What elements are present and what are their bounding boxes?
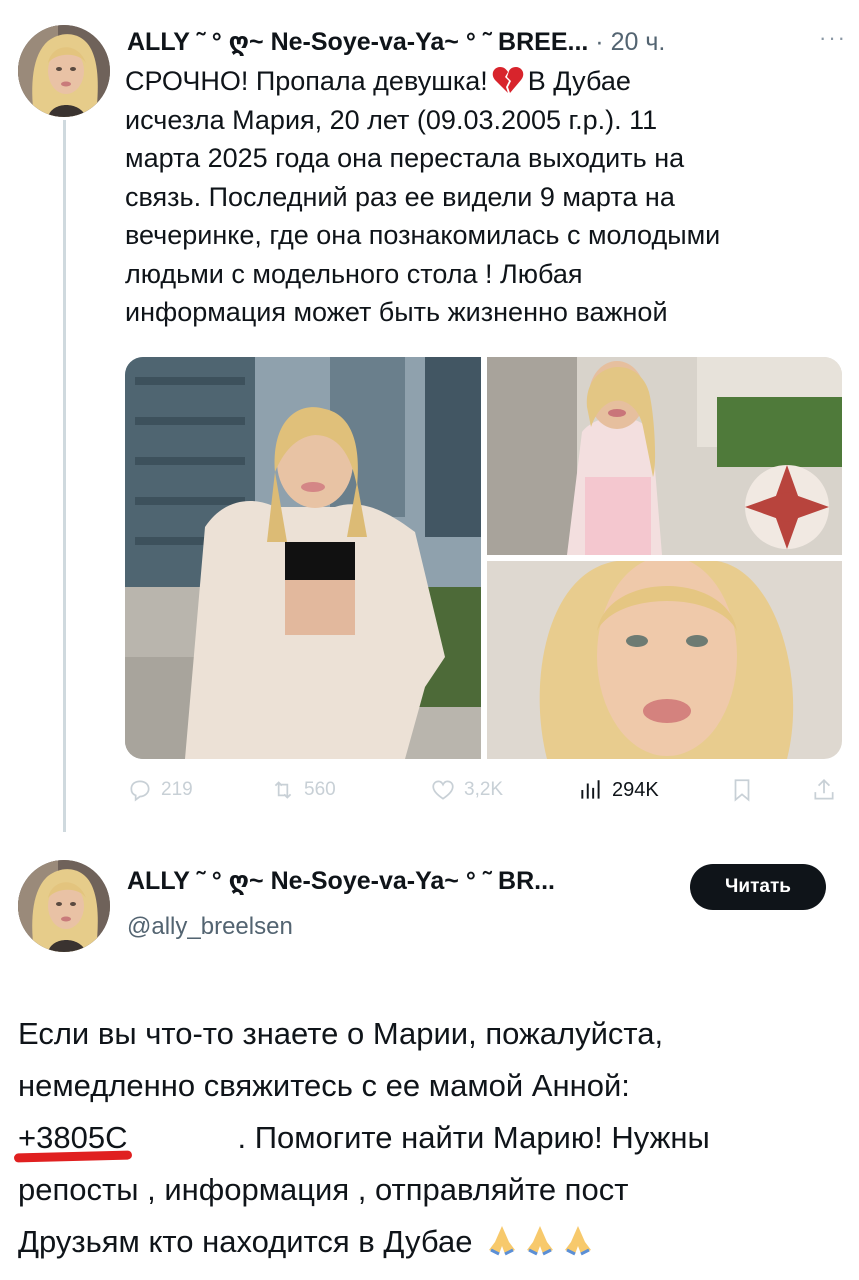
tweet1-text-part2: В Дубае bbox=[527, 66, 631, 96]
views-button[interactable]: 294K bbox=[578, 777, 659, 803]
tweet1-first-line: СРОЧНО! Пропала девушка! В Дубае bbox=[125, 62, 835, 101]
tweet1-header: ALLY ˜ ° ღ~ Ne-Soye-va-Ya~ ° ˜ BREE... ·… bbox=[127, 24, 847, 60]
tweet2-line: немедленно свяжитесь с ее мамой Анной: bbox=[18, 1068, 630, 1103]
author-avatar[interactable] bbox=[18, 25, 110, 117]
tweet2-phone-line: +3805C . Помогите найти Марию! Нужны bbox=[13, 1112, 848, 1164]
tweet2-line-rest: . Помогите найти Марию! Нужны bbox=[237, 1120, 710, 1155]
tweet1-text: СРОЧНО! Пропала девушка! В Дубае исчезла … bbox=[125, 62, 835, 332]
tweet2-text: Если вы что-то знаете о Марии, пожалуйст… bbox=[13, 1008, 848, 1268]
tweet1-line: вечеринке, где она познакомилась с молод… bbox=[125, 220, 721, 250]
phone-number[interactable]: +3805C bbox=[13, 1112, 133, 1164]
bookmark-icon bbox=[734, 779, 750, 802]
repost-button[interactable]: 560 bbox=[270, 777, 336, 803]
tweet2-line: репосты , информация , отправляйте пост bbox=[18, 1172, 629, 1207]
praying-hands-icon bbox=[489, 1226, 516, 1256]
phone-underline bbox=[13, 1150, 133, 1163]
tweet1-line: исчезла Мария, 20 лет (09.03.2005 г.р.).… bbox=[125, 104, 658, 135]
author-avatar[interactable] bbox=[18, 860, 110, 952]
share-button[interactable] bbox=[811, 777, 837, 803]
tweet2-last-line: Друзьям кто находится в Дубае bbox=[18, 1216, 848, 1268]
like-icon bbox=[432, 780, 454, 800]
reply-icon bbox=[130, 780, 150, 802]
praying-hands-icon bbox=[565, 1226, 592, 1256]
repost-count: 560 bbox=[304, 779, 336, 800]
tweet1-line: связь. Последний раз ее видели 9 марта н… bbox=[125, 181, 675, 212]
tweet2-line: Если вы что-то знаете о Марии, пожалуйст… bbox=[18, 1016, 664, 1051]
tweet1-line: людьми с модельного стола ! Любая bbox=[125, 258, 583, 289]
tweet1-line: марта 2025 года она перестала выходить н… bbox=[125, 143, 685, 173]
tweet1-line: информация может быть жизненно важной bbox=[125, 297, 668, 327]
more-options-icon[interactable]: ··· bbox=[819, 20, 847, 56]
phone-number-text: +3805C bbox=[18, 1120, 128, 1155]
follow-button[interactable]: Читать bbox=[690, 864, 826, 910]
views-icon bbox=[581, 780, 600, 799]
praying-hands-icon bbox=[527, 1226, 554, 1256]
photo-full-body[interactable] bbox=[125, 357, 481, 759]
reply-button[interactable]: 219 bbox=[127, 777, 193, 803]
tweet1-action-bar: 219 560 3,2K 294K bbox=[125, 777, 843, 813]
tweet1-text-part1: СРОЧНО! Пропала девушка! bbox=[125, 66, 488, 96]
author-handle[interactable]: @ally_breelsen bbox=[127, 913, 293, 941]
broken-heart-icon bbox=[492, 67, 524, 93]
tweet2-line: Друзьям кто находится в Дубае bbox=[18, 1224, 473, 1259]
media-grid bbox=[125, 357, 842, 759]
repost-icon bbox=[274, 781, 292, 799]
views-count: 294K bbox=[612, 778, 659, 801]
like-count: 3,2K bbox=[464, 779, 504, 800]
photo-selfie-closeup[interactable] bbox=[487, 561, 842, 759]
photo-outdoor-terrace[interactable] bbox=[487, 357, 842, 555]
post-time[interactable]: 20 ч. bbox=[611, 28, 666, 56]
bookmark-button[interactable] bbox=[729, 777, 755, 803]
author-name[interactable]: ALLY ˜ ° ღ~ Ne-Soye-va-Ya~ ° ˜ BREE... bbox=[127, 28, 588, 56]
thread-connector bbox=[63, 120, 66, 832]
author-name[interactable]: ALLY ˜ ° ღ~ Ne-Soye-va-Ya~ ° ˜ BR... bbox=[127, 866, 555, 896]
like-button[interactable]: 3,2K bbox=[430, 777, 503, 803]
reply-count: 219 bbox=[161, 779, 193, 800]
header-separator: · bbox=[595, 28, 604, 56]
share-icon bbox=[814, 779, 834, 800]
